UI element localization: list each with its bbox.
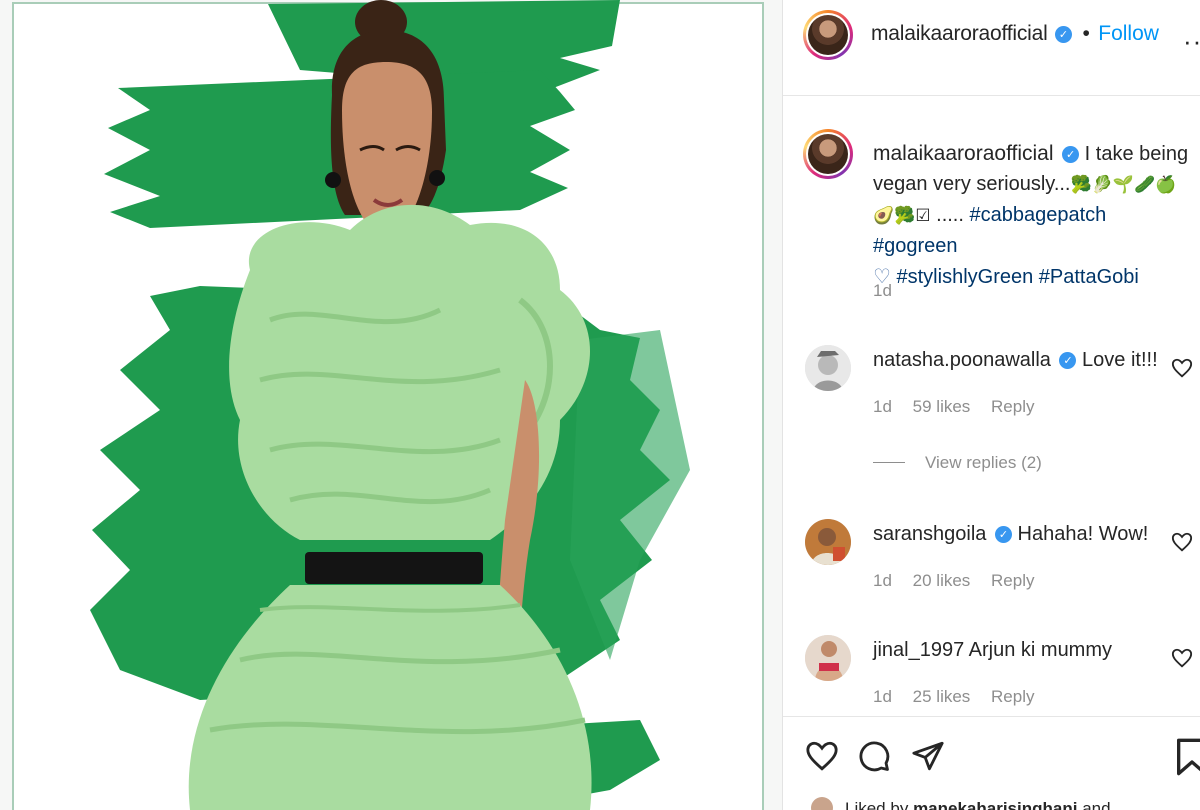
- verified-badge-icon: ✓: [994, 526, 1012, 543]
- reply-button[interactable]: Reply: [991, 687, 1034, 706]
- replies-line-divider: [873, 462, 905, 463]
- commenter-username[interactable]: jinal_1997: [873, 639, 964, 661]
- caption-author-avatar[interactable]: [803, 129, 853, 179]
- comment-like-heart-icon[interactable]: [1171, 531, 1193, 553]
- comment-icon[interactable]: [857, 739, 891, 773]
- comment-text: Love it!!!: [1082, 349, 1158, 371]
- commenter-avatar[interactable]: [805, 519, 851, 565]
- caption-author-username[interactable]: malaikaaroraofficial: [873, 142, 1054, 165]
- commenter-avatar[interactable]: [805, 345, 851, 391]
- post-action-bar: Liked by manekaharisinghani and: [783, 716, 1200, 810]
- comment-text: Arjun ki mummy: [968, 639, 1113, 661]
- send-icon[interactable]: [911, 739, 945, 773]
- hashtag-link[interactable]: #cabbagepatch: [970, 204, 1107, 226]
- caption-timestamp[interactable]: 1d: [873, 281, 892, 301]
- black-belt: [305, 552, 483, 584]
- caption-emojis: 🥦🥬🌱🥒🍏: [1070, 175, 1177, 195]
- liked-by-prefix: Liked by: [845, 799, 909, 810]
- author-username[interactable]: malaikaaroraofficial: [871, 22, 1048, 45]
- liked-by-username[interactable]: manekaharisinghani: [913, 799, 1077, 810]
- verified-badge-icon: ✓: [1054, 26, 1072, 43]
- commenter-avatar[interactable]: [805, 635, 851, 681]
- hashtag-link[interactable]: #PattaGobi: [1039, 266, 1139, 288]
- hashtag-link[interactable]: #gogreen: [873, 235, 958, 257]
- reply-button[interactable]: Reply: [991, 571, 1034, 590]
- comment-like-heart-icon[interactable]: [1171, 357, 1193, 379]
- verified-badge-icon: ✓: [1062, 146, 1080, 163]
- author-avatar[interactable]: [803, 10, 853, 60]
- post-header: malaikaaroraofficial ✓ • Follow ···: [783, 0, 1200, 96]
- comment-likes[interactable]: 59 likes: [913, 397, 971, 416]
- more-options-icon[interactable]: ···: [1183, 26, 1200, 57]
- comment-item: saranshgoila ✓ Hahaha! Wow! 1d 20 likes …: [805, 519, 1195, 609]
- comment-timestamp[interactable]: 1d: [873, 397, 892, 416]
- hashtag-link[interactable]: #stylishlyGreen: [897, 266, 1034, 288]
- verified-badge-icon: ✓: [1059, 352, 1077, 369]
- reply-button[interactable]: Reply: [991, 397, 1034, 416]
- view-replies-button[interactable]: View replies (2): [873, 453, 1042, 473]
- comment-item: natasha.poonawalla ✓ Love it!!! 1d 59 li…: [805, 345, 1195, 435]
- bookmark-icon[interactable]: [1175, 737, 1200, 777]
- liked-by-suffix: and: [1082, 799, 1111, 810]
- separator-dot: •: [1082, 22, 1090, 45]
- comment-item: jinal_1997 Arjun ki mummy 1d 25 likes Re…: [805, 635, 1195, 715]
- comment-text: Hahaha! Wow!: [1017, 523, 1149, 545]
- liked-by-text[interactable]: Liked by manekaharisinghani and: [845, 799, 1111, 810]
- comment-timestamp[interactable]: 1d: [873, 687, 892, 706]
- follow-button[interactable]: Follow: [1098, 22, 1159, 45]
- liked-by-avatar[interactable]: [811, 797, 833, 810]
- comment-timestamp[interactable]: 1d: [873, 571, 892, 590]
- comment-like-heart-icon[interactable]: [1171, 647, 1193, 669]
- post-side-panel: malaikaaroraofficial ✓ • Follow ··· mala…: [782, 0, 1200, 810]
- commenter-username[interactable]: natasha.poonawalla: [873, 349, 1051, 371]
- comment-likes[interactable]: 25 likes: [913, 687, 971, 706]
- comments-scroll-area[interactable]: malaikaaroraofficial ✓ I take being vega…: [783, 97, 1200, 715]
- heart-icon[interactable]: [805, 739, 839, 773]
- caption-ellipsis: .....: [936, 204, 964, 226]
- post-photo[interactable]: [0, 0, 782, 810]
- caption-emojis-line2: 🥑🥦☑: [873, 206, 931, 226]
- commenter-username[interactable]: saranshgoila: [873, 523, 986, 545]
- comment-likes[interactable]: 20 likes: [913, 571, 971, 590]
- view-replies-label: View replies (2): [925, 453, 1042, 472]
- post-image-panel: [0, 0, 782, 810]
